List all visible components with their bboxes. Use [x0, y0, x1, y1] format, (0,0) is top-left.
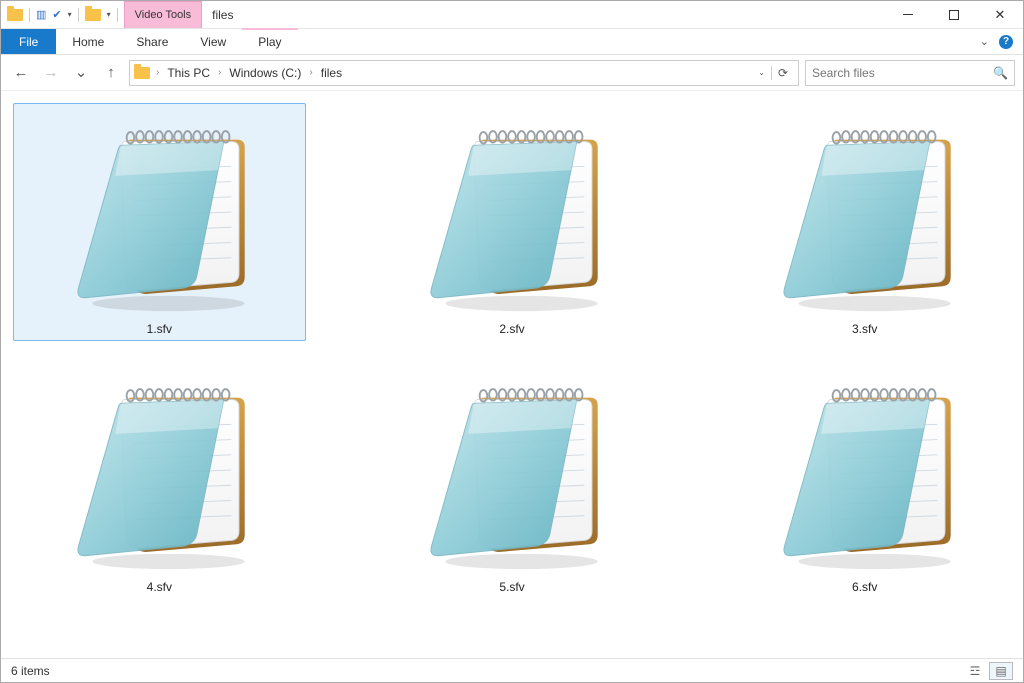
file-label: 1.sfv [147, 322, 172, 336]
qat-folder-icon[interactable] [85, 9, 101, 21]
file-label: 4.sfv [147, 580, 172, 594]
breadcrumb-separator[interactable]: › [216, 67, 223, 78]
file-icon-wrap [49, 108, 269, 318]
ribbon-tabs: File Home Share View Play ⌄ ? [1, 29, 1023, 55]
folder-icon [134, 67, 150, 79]
file-tab-label: File [19, 35, 38, 49]
contextual-tools-header: Video Tools [124, 1, 202, 28]
file-pane[interactable]: 1.sfv [1, 91, 1023, 658]
forward-button[interactable]: → [39, 61, 63, 85]
file-label: 2.sfv [499, 322, 524, 336]
recent-locations-button[interactable]: ⌄ [69, 61, 93, 85]
file-label: 6.sfv [852, 580, 877, 594]
breadcrumb-drive[interactable]: Windows (C:) [225, 66, 305, 80]
refresh-button[interactable]: ⟳ [771, 66, 794, 80]
file-icon-wrap [49, 366, 269, 576]
file-grid: 1.sfv [1, 91, 1023, 611]
window-title: files [202, 1, 243, 28]
back-arrow-icon: ← [14, 65, 29, 80]
search-input[interactable] [812, 66, 987, 80]
qat-dropdown-icon[interactable]: ▾ [107, 10, 111, 19]
maximize-button[interactable] [931, 1, 977, 28]
notepad-file-icon [54, 371, 264, 571]
title-bar: ▥ ✔ ▾ ▾ Video Tools files ✕ [1, 1, 1023, 29]
close-button[interactable]: ✕ [977, 1, 1023, 28]
app-folder-icon [7, 9, 23, 21]
notepad-file-icon [760, 113, 970, 313]
separator [117, 8, 118, 22]
chevron-down-icon: ⌄ [75, 65, 88, 80]
address-dropdown-icon[interactable]: ⌄ [754, 68, 769, 77]
file-tab[interactable]: File [1, 29, 56, 54]
breadcrumb-separator[interactable]: › [307, 67, 314, 78]
breadcrumb-folder[interactable]: files [317, 66, 346, 80]
tab-label: Share [136, 35, 168, 49]
file-item[interactable]: 1.sfv [13, 103, 306, 341]
search-box[interactable]: 🔍 [805, 60, 1015, 86]
separator [78, 8, 79, 22]
file-icon-wrap [402, 108, 622, 318]
search-icon[interactable]: 🔍 [993, 66, 1008, 80]
notepad-file-icon [760, 371, 970, 571]
details-view-button[interactable]: ☲ [963, 662, 987, 680]
file-item[interactable]: 2.sfv [366, 103, 659, 341]
up-button[interactable]: ↑ [99, 61, 123, 85]
file-label: 5.sfv [499, 580, 524, 594]
qat-check-icon[interactable]: ✔ [52, 8, 61, 21]
file-item[interactable]: 6.sfv [718, 361, 1011, 599]
tab-view[interactable]: View [184, 29, 242, 54]
file-icon-wrap [755, 108, 975, 318]
file-item[interactable]: 3.sfv [718, 103, 1011, 341]
tab-play[interactable]: Play [242, 28, 297, 54]
separator [29, 8, 30, 22]
tab-label: Play [258, 35, 281, 49]
icons-view-button[interactable]: ▤ [989, 662, 1013, 680]
up-arrow-icon: ↑ [107, 65, 115, 80]
status-bar: 6 items ☲ ▤ [1, 658, 1023, 682]
quick-access-toolbar: ▥ ✔ ▾ ▾ [1, 1, 124, 28]
tab-label: Home [72, 35, 104, 49]
qat-properties-icon[interactable]: ▥ [36, 8, 46, 21]
tab-home[interactable]: Home [56, 29, 120, 54]
item-count: 6 items [11, 664, 50, 678]
navigation-bar: ← → ⌄ ↑ › This PC › Windows (C:) › files… [1, 55, 1023, 91]
address-bar[interactable]: › This PC › Windows (C:) › files ⌄ ⟳ [129, 60, 799, 86]
file-item[interactable]: 4.sfv [13, 361, 306, 599]
notepad-file-icon [54, 113, 264, 313]
tab-share[interactable]: Share [120, 29, 184, 54]
file-icon-wrap [402, 366, 622, 576]
forward-arrow-icon: → [44, 65, 59, 80]
window-title-text: files [212, 8, 233, 22]
file-item[interactable]: 5.sfv [366, 361, 659, 599]
back-button[interactable]: ← [9, 61, 33, 85]
file-label: 3.sfv [852, 322, 877, 336]
window-controls: ✕ [885, 1, 1023, 28]
contextual-tools-label: Video Tools [135, 9, 191, 21]
breadcrumb-separator[interactable]: › [154, 67, 161, 78]
notepad-file-icon [407, 371, 617, 571]
qat-dropdown-icon[interactable]: ▾ [68, 10, 72, 19]
minimize-button[interactable] [885, 1, 931, 28]
file-icon-wrap [755, 366, 975, 576]
tab-label: View [200, 35, 226, 49]
ribbon-collapse-icon[interactable]: ⌄ [980, 35, 989, 48]
help-icon[interactable]: ? [999, 35, 1013, 49]
notepad-file-icon [407, 113, 617, 313]
breadcrumb-this-pc[interactable]: This PC [163, 66, 214, 80]
